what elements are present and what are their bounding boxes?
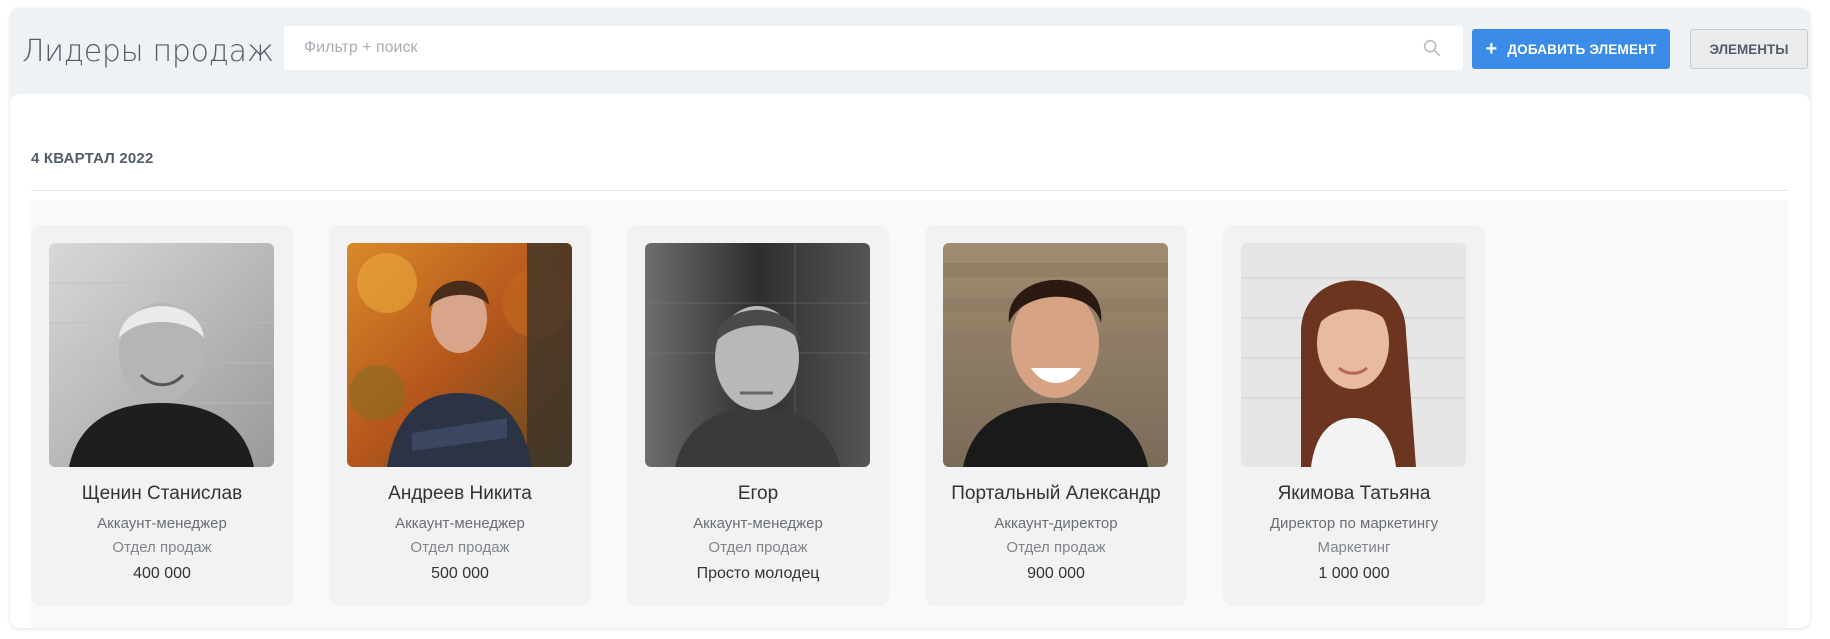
card-department: Маркетинг	[1317, 539, 1391, 556]
card-position: Аккаунт-менеджер	[395, 515, 525, 532]
card-department: Отдел продаж	[1006, 539, 1106, 556]
card-name[interactable]: Егор	[627, 483, 889, 505]
add-element-label: ДОБАВИТЬ ЭЛЕМЕНТ	[1507, 41, 1657, 57]
card-position: Аккаунт-директор	[994, 515, 1118, 532]
card-value: 900 000	[1027, 565, 1085, 582]
card-name[interactable]: Щенин Станислав	[31, 483, 293, 505]
card-name[interactable]: Портальный Александр	[925, 483, 1187, 505]
leader-card[interactable]: Егор Аккаунт-менеджер Отдел продаж Прост…	[627, 225, 889, 606]
page-title: Лидеры продаж	[22, 34, 274, 69]
card-position: Аккаунт-менеджер	[693, 515, 823, 532]
card-position: Директор по маркетингу	[1269, 515, 1439, 532]
divider	[31, 190, 1788, 191]
leader-card[interactable]: Портальный Александр Аккаунт-директор От…	[925, 225, 1187, 606]
leader-card[interactable]: Якимова Татьяна Директор по маркетингу М…	[1223, 225, 1485, 606]
card-department: Отдел продаж	[708, 539, 808, 556]
avatar	[943, 243, 1168, 467]
section-title: 4 КВАРТАЛ 2022	[31, 150, 154, 167]
avatar	[645, 243, 870, 467]
card-position: Аккаунт-менеджер	[97, 515, 227, 532]
add-element-button[interactable]: + ДОБАВИТЬ ЭЛЕМЕНТ	[1472, 29, 1670, 69]
card-value: 400 000	[133, 565, 191, 582]
avatar	[49, 243, 274, 467]
title-group: Лидеры продаж	[22, 34, 308, 69]
app-frame: Лидеры продаж + ДОБАВИТЬ ЭЛЕМЕНТ ЭЛЕМЕНТ…	[10, 8, 1810, 628]
leader-card[interactable]: Щенин Станислав Аккаунт-менеджер Отдел п…	[31, 225, 293, 606]
card-name[interactable]: Якимова Татьяна	[1223, 483, 1485, 505]
main-panel: 4 КВАРТАЛ 2022 Щенин Станислав Аккаунт-м…	[10, 94, 1810, 628]
card-value: 1 000 000	[1318, 565, 1390, 582]
page-header: Лидеры продаж + ДОБАВИТЬ ЭЛЕМЕНТ ЭЛЕМЕНТ…	[10, 8, 1810, 94]
leader-card[interactable]: Андреев Никита Аккаунт-менеджер Отдел пр…	[329, 225, 591, 606]
cards-area: Щенин Станислав Аккаунт-менеджер Отдел п…	[31, 200, 1788, 628]
avatar	[1241, 243, 1466, 467]
card-name[interactable]: Андреев Никита	[329, 483, 591, 505]
card-value: Просто молодец	[696, 565, 820, 582]
card-department: Отдел продаж	[410, 539, 510, 556]
search-icon[interactable]	[1421, 37, 1443, 59]
avatar	[347, 243, 572, 467]
elements-button[interactable]: ЭЛЕМЕНТЫ	[1690, 29, 1808, 69]
plus-icon: +	[1485, 38, 1498, 60]
card-department: Отдел продаж	[112, 539, 212, 556]
card-value: 500 000	[431, 565, 489, 582]
search-box[interactable]	[284, 26, 1463, 70]
search-input[interactable]	[284, 26, 1421, 70]
